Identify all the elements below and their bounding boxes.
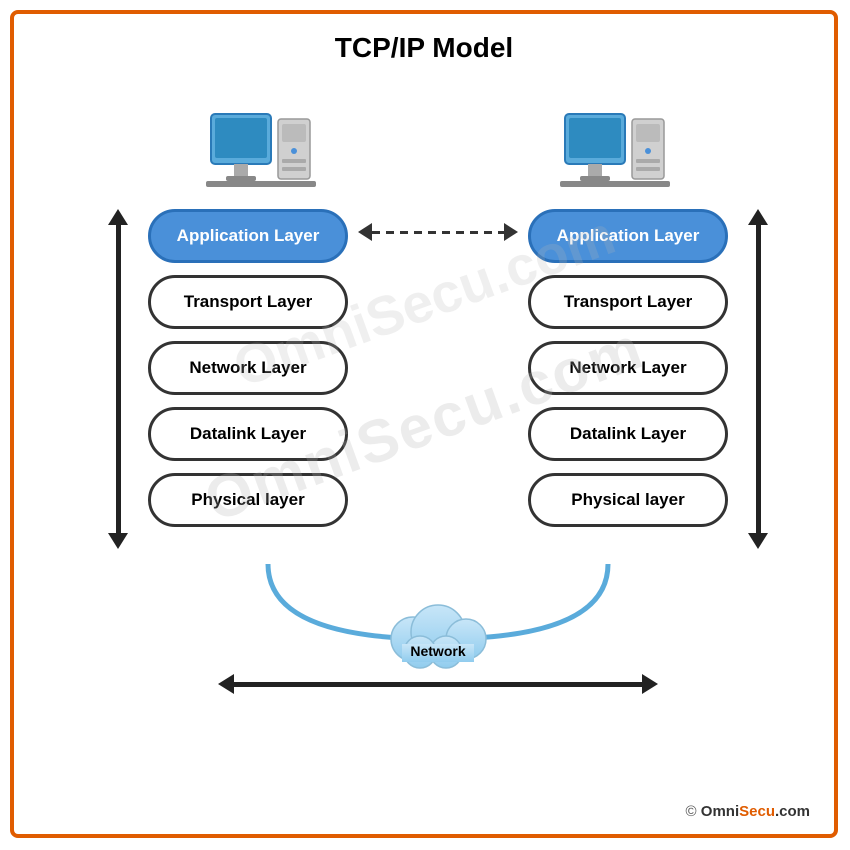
dashed-left-head (358, 223, 372, 241)
right-layer-network: Network Layer (528, 341, 728, 395)
left-layer-physical: Physical layer (148, 473, 348, 527)
left-layer-datalink: Datalink Layer (148, 407, 348, 461)
right-computer (560, 109, 670, 209)
left-computer (206, 109, 316, 209)
dashed-right-head (504, 223, 518, 241)
horiz-arrow-left (218, 674, 234, 694)
footer-secu: Secu (739, 803, 775, 820)
footer-copyright: © (686, 803, 701, 820)
left-arrow-up (108, 209, 128, 225)
bottom-horiz-arrow (218, 674, 658, 694)
left-computer-icon (206, 109, 316, 209)
right-layer-datalink: Datalink Layer (528, 407, 728, 461)
left-vertical-arrow (108, 209, 128, 549)
network-section: Network (24, 559, 850, 694)
right-layer-application: Application Layer (528, 209, 728, 263)
cloud-icon: Network (368, 594, 508, 674)
right-layers-col: Application Layer Transport Layer Networ… (518, 209, 738, 549)
horiz-arrow-right (642, 674, 658, 694)
right-layer-physical: Physical layer (528, 473, 728, 527)
right-arrow-col (738, 209, 778, 549)
right-arrow-up (748, 209, 768, 225)
footer: © OmniSecu.com (686, 803, 810, 820)
left-layer-transport: Transport Layer (148, 275, 348, 329)
right-layer-transport: Transport Layer (528, 275, 728, 329)
main-content: Application Layer Transport Layer Networ… (24, 74, 850, 834)
middle-col (358, 209, 518, 549)
left-arrow-col (98, 209, 138, 549)
svg-text:Network: Network (410, 643, 465, 659)
footer-dotcom: .com (775, 803, 810, 820)
footer-omni: Omni (701, 803, 739, 820)
left-layer-application: Application Layer (148, 209, 348, 263)
left-layer-network: Network Layer (148, 341, 348, 395)
right-v-line (756, 225, 761, 533)
page-title: TCP/IP Model (14, 14, 834, 64)
dashed-line (372, 231, 504, 234)
cloud-container: Network (368, 594, 508, 674)
left-v-line (116, 225, 121, 533)
left-arrow-down (108, 533, 128, 549)
layers-section: Application Layer Transport Layer Networ… (24, 209, 850, 549)
right-vertical-arrow (748, 209, 768, 549)
computers-row (24, 79, 850, 209)
right-computer-icon (560, 109, 670, 209)
left-layers-col: Application Layer Transport Layer Networ… (138, 209, 358, 549)
right-arrow-down (748, 533, 768, 549)
horiz-line (234, 682, 642, 687)
main-container: OmniSecu.com OmniSecu.com TCP/IP Model (10, 10, 838, 838)
dashed-arrow (358, 223, 518, 241)
